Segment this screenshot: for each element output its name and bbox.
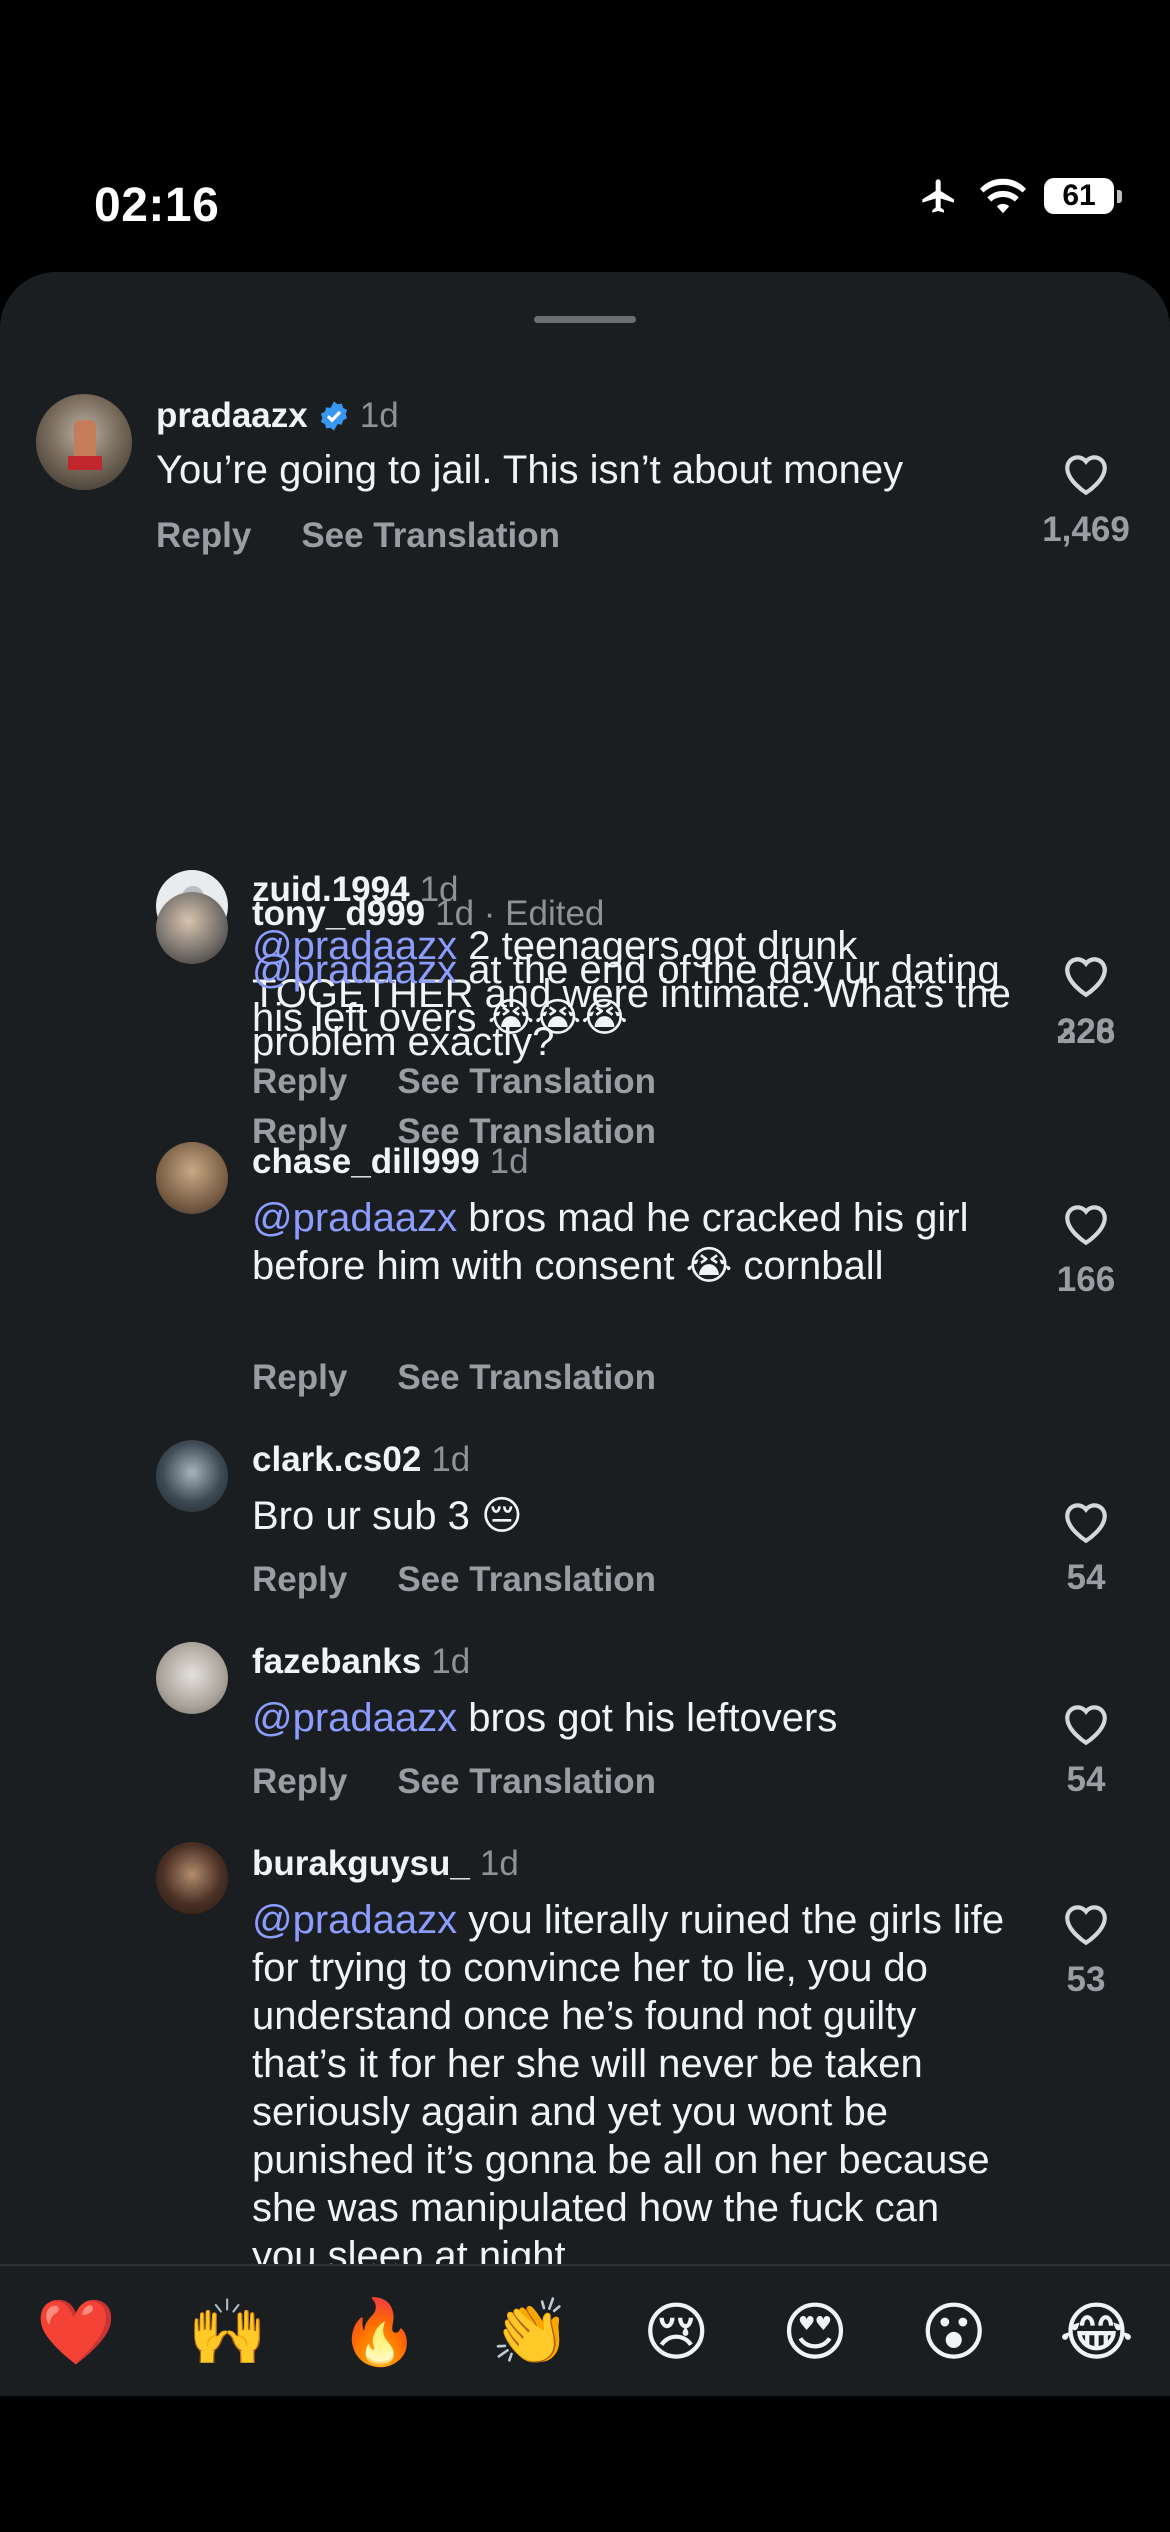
reply-button[interactable]: Reply	[252, 1062, 347, 1102]
timestamp: 1d	[479, 1844, 519, 1883]
timestamp: 1d	[489, 1142, 529, 1181]
comment-text: You’re going to jail. This isn’t about m…	[156, 446, 1016, 494]
emoji: 😭	[685, 1244, 733, 1288]
like-button[interactable]: 54	[1026, 1700, 1146, 1800]
heart-icon	[1065, 1705, 1107, 1746]
home-indicator-area	[0, 2396, 1170, 2532]
mention-link[interactable]: @pradaazx	[252, 948, 457, 992]
battery-icon: 61	[1044, 178, 1122, 214]
username[interactable]: chase_dill999	[252, 1142, 480, 1181]
reaction-crying-button[interactable]: 😢	[643, 2295, 710, 2370]
reaction-laughing-button[interactable]: 😂	[1059, 2295, 1134, 2370]
comments-sheet[interactable]: pradaazx 1d You’re going to jail. This is…	[0, 272, 1170, 2396]
see-translation-button[interactable]: See Translation	[397, 1358, 656, 1398]
see-translation-button[interactable]: See Translation	[397, 1560, 656, 1600]
timestamp: 1d	[431, 1642, 471, 1681]
comment-text: @pradaazx bros got his leftovers	[252, 1694, 1012, 1742]
comment-body-end: cornball	[732, 1244, 884, 1288]
status-time: 02:16	[94, 179, 220, 232]
avatar[interactable]	[156, 892, 228, 964]
comment-body: you literally ruined the girls life for …	[252, 1898, 1005, 2278]
comment-body: bros got his leftovers	[457, 1696, 838, 1740]
like-button[interactable]: 53	[1026, 1900, 1146, 2000]
emoji: 😔	[481, 1494, 523, 1538]
comment-text: Bro ur sub 3 😔	[252, 1492, 1012, 1540]
timestamp: 1d	[359, 396, 399, 435]
reaction-fire-button[interactable]: 🔥	[339, 2295, 419, 2370]
comment-item: zuid.1994 1d @pradaazx 2 teenagers got dr…	[0, 572, 1170, 1151]
avatar[interactable]	[156, 1842, 228, 1914]
username[interactable]: burakguysu_	[252, 1844, 470, 1883]
reaction-heart-eyes-button[interactable]: 😍	[782, 2295, 849, 2370]
reaction-heart-button[interactable]: ❤️	[36, 2295, 116, 2370]
heart-icon	[1065, 957, 1107, 998]
see-translation-button[interactable]: See Translation	[301, 516, 560, 556]
verified-badge-icon	[320, 401, 347, 431]
like-button[interactable]: 1,469	[1026, 450, 1146, 550]
status-bar: 02:16 61	[0, 0, 1170, 270]
like-count: 54	[1066, 1760, 1106, 1799]
see-translation-button[interactable]: See Translation	[397, 1762, 656, 1802]
comment-text: @pradaazx you literally ruined the girls…	[252, 1896, 1012, 2280]
airplane-mode-icon	[922, 179, 954, 213]
reaction-clap-button[interactable]: 👏	[491, 2295, 571, 2370]
emoji-reaction-bar: ❤️ 🙌 🔥 👏 😢 😍 😮 😂	[0, 2264, 1170, 2398]
username[interactable]: clark.cs02	[252, 1440, 421, 1479]
like-count: 54	[1066, 1558, 1106, 1597]
avatar[interactable]	[156, 1142, 228, 1214]
username[interactable]: pradaazx	[156, 396, 308, 435]
see-translation-button[interactable]: See Translation	[397, 1062, 656, 1102]
mention-link[interactable]: @pradaazx	[252, 1898, 457, 1942]
reply-button[interactable]: Reply	[252, 1560, 347, 1600]
avatar[interactable]	[156, 1440, 228, 1512]
reaction-surprised-button[interactable]: 😮	[920, 2295, 987, 2370]
reaction-raised-hands-button[interactable]: 🙌	[188, 2295, 268, 2370]
username[interactable]: tony_d999	[252, 894, 425, 933]
timestamp: 1d · Edited	[435, 894, 605, 933]
heart-icon	[1065, 455, 1107, 496]
comment-item: pradaazx 1d You’re going to jail. This is…	[0, 272, 1170, 592]
reply-button[interactable]: Reply	[252, 1358, 347, 1398]
comment-text: @pradaazx at the end of the day ur datin…	[252, 946, 1012, 1042]
status-icons: 61	[916, 176, 1122, 216]
avatar[interactable]	[156, 1642, 228, 1714]
comment-text: @pradaazx bros mad he cracked his girl b…	[252, 1194, 1012, 1290]
like-count: 166	[1056, 1260, 1116, 1299]
username[interactable]: fazebanks	[252, 1642, 421, 1681]
heart-icon	[1065, 1503, 1107, 1544]
like-count: 326	[1056, 1012, 1116, 1051]
like-count: 1,469	[1042, 510, 1130, 549]
like-button[interactable]: 326	[1026, 952, 1146, 1052]
avatar[interactable]	[36, 394, 132, 490]
heart-icon	[1065, 1205, 1107, 1246]
timestamp: 1d	[431, 1440, 471, 1479]
reply-button[interactable]: Reply	[252, 1762, 347, 1802]
wifi-icon	[980, 178, 1026, 214]
like-button[interactable]: 54	[1026, 1498, 1146, 1598]
battery-level: 61	[1062, 179, 1096, 212]
comment-body: Bro ur sub 3	[252, 1494, 482, 1538]
mention-link[interactable]: @pradaazx	[252, 1696, 457, 1740]
like-count: 53	[1066, 1960, 1106, 1999]
emoji: 😭😭😭	[487, 996, 628, 1040]
like-button[interactable]: 166	[1026, 1200, 1146, 1300]
comment-body: You’re going to jail. This isn’t about m…	[156, 448, 904, 492]
reply-button[interactable]: Reply	[156, 516, 251, 556]
mention-link[interactable]: @pradaazx	[252, 1196, 457, 1240]
heart-icon	[1065, 1905, 1107, 1946]
